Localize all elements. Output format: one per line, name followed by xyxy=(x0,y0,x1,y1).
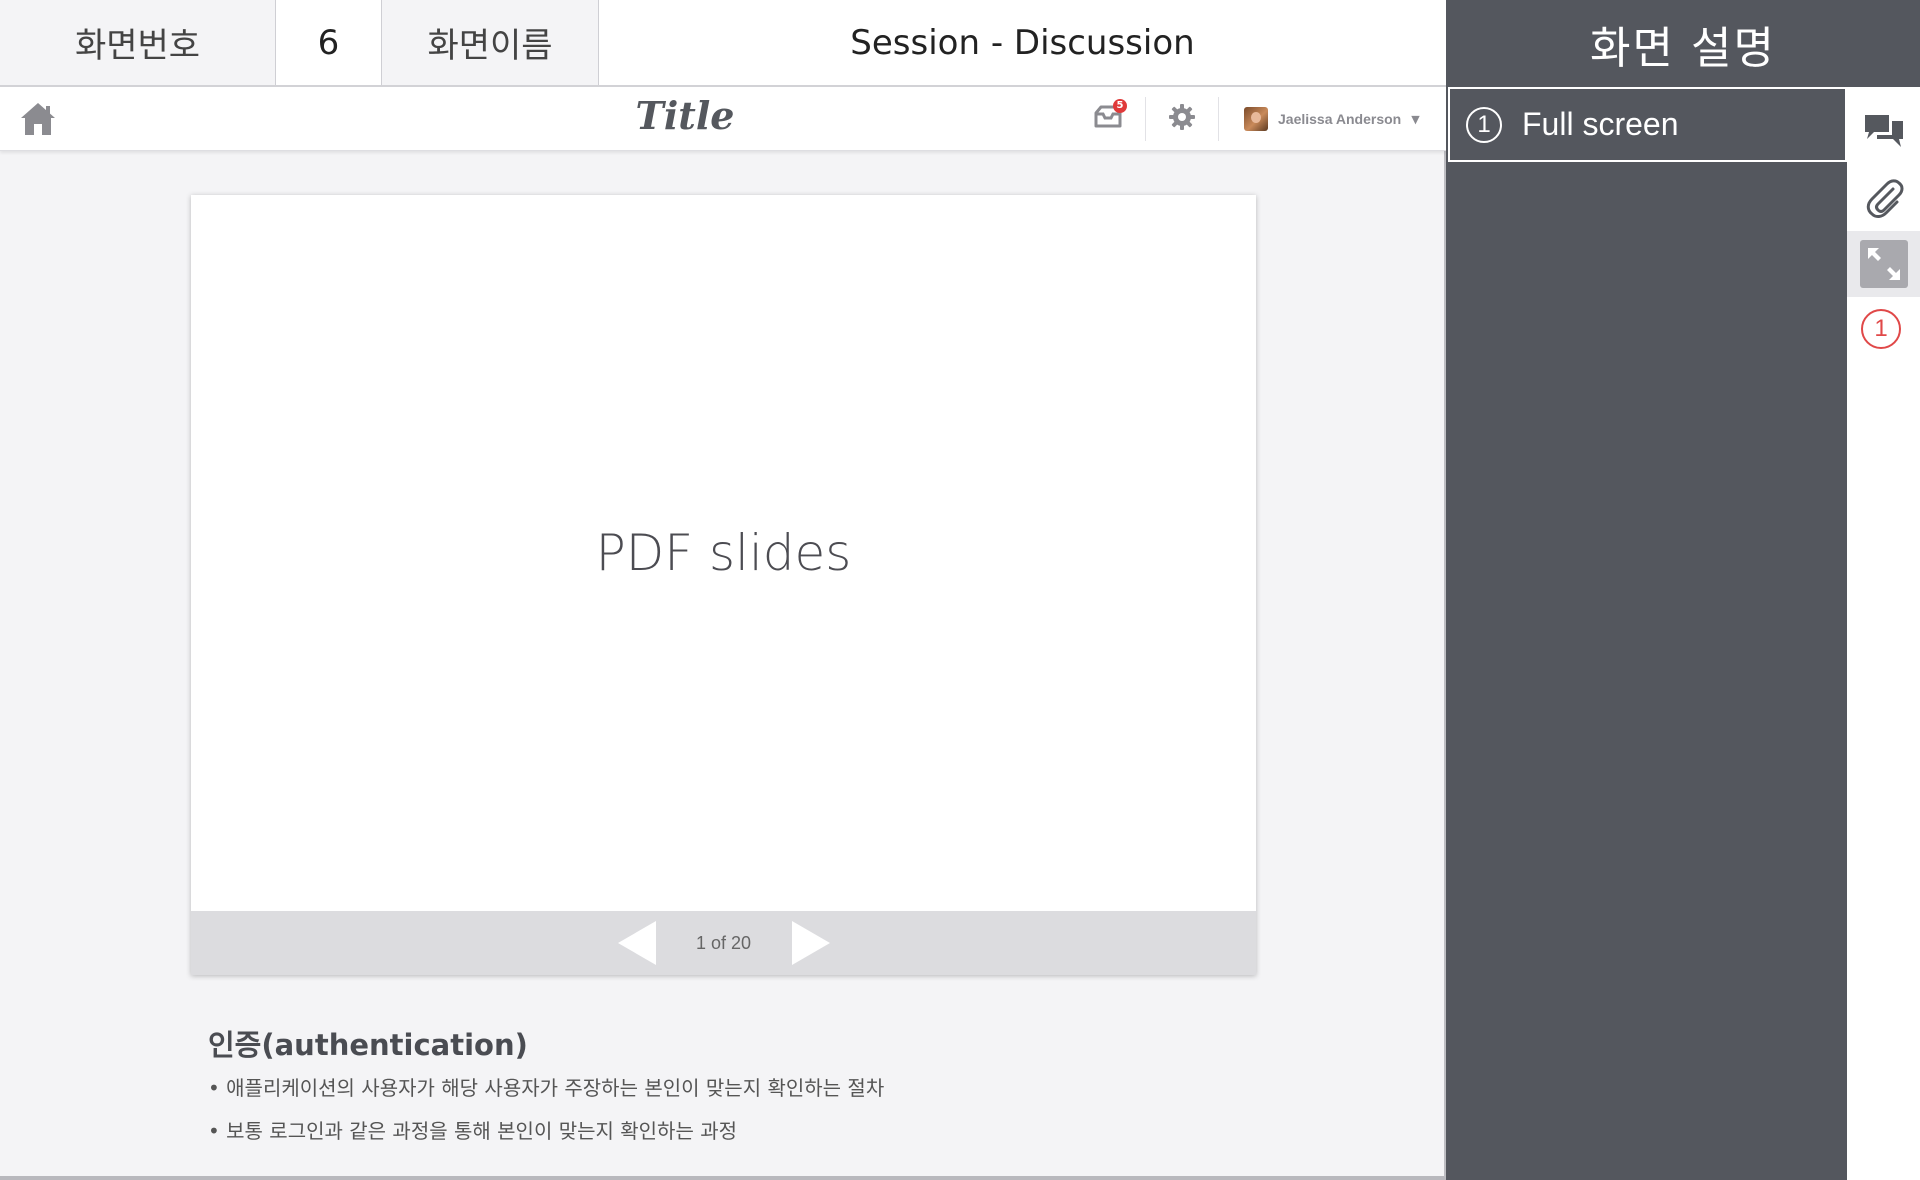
chevron-down-icon: ▼ xyxy=(1411,112,1420,126)
divider xyxy=(1145,97,1146,141)
avatar xyxy=(1244,107,1268,131)
slide-notes: 인증(authentication) • 애플리케이션의 사용자가 해당 사용자… xyxy=(208,1022,884,1144)
slide-text: PDF slides xyxy=(595,524,852,582)
chat-button[interactable] xyxy=(1847,99,1920,165)
gear-icon xyxy=(1169,104,1195,130)
screen-number: 6 xyxy=(276,0,382,85)
top-bar: Title 5 Jaelissa Anderson ▼ xyxy=(0,87,1446,151)
description-text: Full screen xyxy=(1522,106,1679,142)
notes-line: • 애플리케이션의 사용자가 해당 사용자가 주장하는 본인이 맞는지 확인하는… xyxy=(208,1076,885,1100)
notes-title: 인증(authentication) xyxy=(208,1028,528,1062)
page-indicator: 1 of 20 xyxy=(695,932,752,953)
prev-arrow-icon[interactable] xyxy=(617,921,656,965)
screen-name: Session - Discussion xyxy=(850,22,1195,63)
settings-button[interactable] xyxy=(1168,103,1198,133)
slide-navigation: 1 of 20 xyxy=(191,911,1256,975)
description-title: 화면 설명 xyxy=(1446,0,1920,87)
home-icon xyxy=(21,103,55,135)
description-number: 1 xyxy=(1466,106,1502,143)
attachment-button[interactable] xyxy=(1847,165,1920,231)
paperclip-icon xyxy=(1866,179,1903,218)
fullscreen-button[interactable] xyxy=(1847,231,1920,297)
notification-badge: 5 xyxy=(1113,99,1127,113)
icon-strip: 1 xyxy=(1847,87,1920,1180)
divider xyxy=(1218,97,1219,141)
user-name: Jaelissa Anderson xyxy=(1278,111,1402,127)
annotation-marker: 1 xyxy=(1861,309,1901,349)
notification-button[interactable]: 5 xyxy=(1093,99,1127,135)
slide-content: PDF slides xyxy=(191,195,1256,911)
next-arrow-icon[interactable] xyxy=(791,921,830,965)
app-screen: Title 5 Jaelissa Anderson ▼ PDF slides 1… xyxy=(0,87,1446,1180)
description-item[interactable]: 1 Full screen xyxy=(1448,87,1847,162)
fullscreen-icon xyxy=(1859,240,1908,288)
app-title: Title xyxy=(635,93,735,138)
slide-viewer: PDF slides 1 of 20 xyxy=(191,195,1256,975)
screen-number-label: 화면번호 xyxy=(0,0,276,85)
notes-line: • 보통 로그인과 같은 과정을 통해 본인이 맞는지 확인하는 과정 xyxy=(208,1119,738,1143)
home-button[interactable] xyxy=(18,99,58,139)
chat-icon xyxy=(1864,115,1903,147)
spec-header: 화면번호 6 화면이름 Session - Discussion xyxy=(0,0,1446,87)
description-panel: 1 Full screen xyxy=(1446,87,1847,1180)
screen-name-label: 화면이름 xyxy=(382,0,599,85)
user-menu[interactable]: Jaelissa Anderson ▼ xyxy=(1244,105,1420,133)
